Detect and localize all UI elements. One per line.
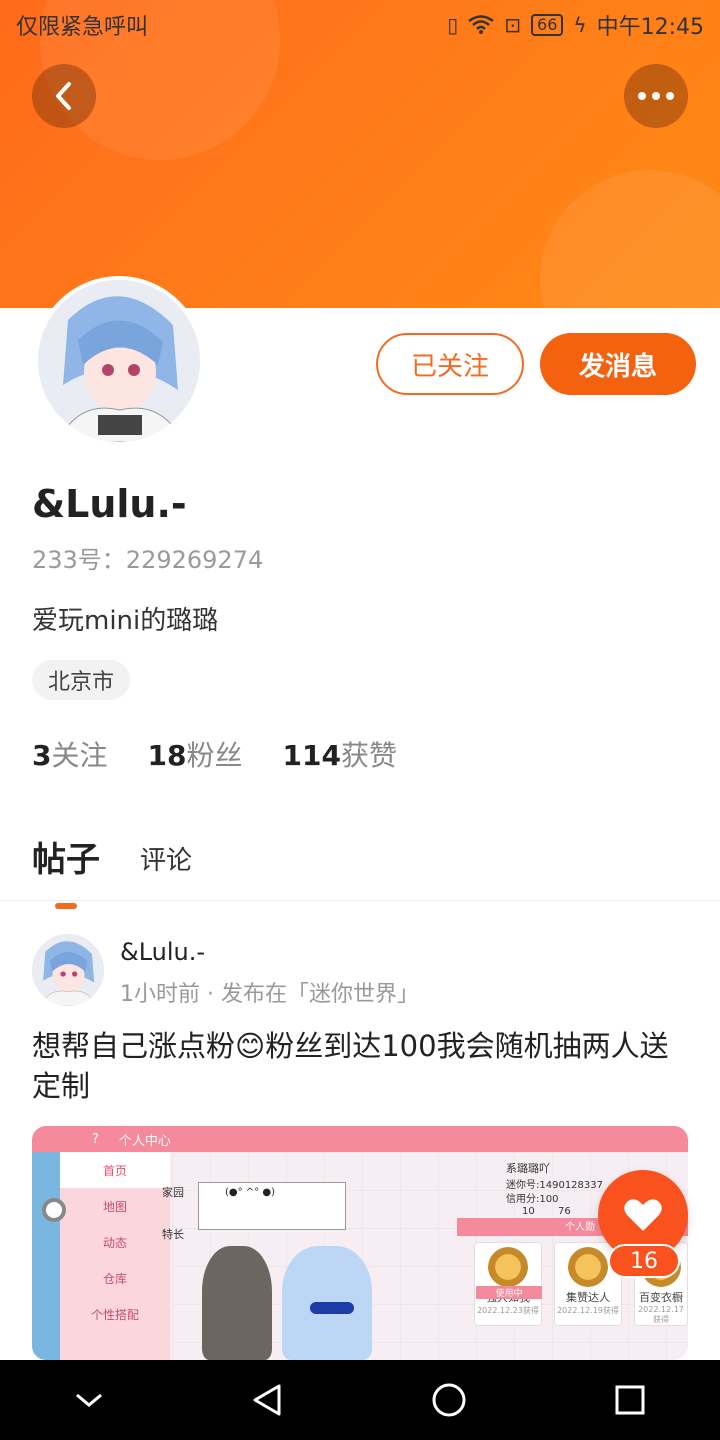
post-author-name[interactable]: &Lulu.- (120, 938, 205, 966)
wifi-icon (468, 15, 495, 34)
image-help-icon: ? (92, 1131, 99, 1147)
stat-fans[interactable]: 18粉丝 (148, 734, 243, 774)
content-tabs: 帖子 评论 (32, 832, 192, 909)
image-medal-card: 强大如我 2022.12.23获得 (474, 1242, 542, 1326)
post-image[interactable]: ? 个人中心 首页 地图 动态 仓库 个性搭配 家园 特长 (●° ^° ●) … (32, 1126, 688, 1360)
chevron-left-icon (56, 82, 71, 110)
tab-comments[interactable]: 评论 (140, 840, 192, 881)
status-bar: 仅限紧急呼叫 ▯ ⊡ 66 ϟ 中午12:45 (0, 0, 720, 50)
carrier-text: 仅限紧急呼叫 (16, 15, 149, 40)
system-navigation-bar (0, 1360, 720, 1440)
stat-following[interactable]: 3关注 (32, 734, 108, 774)
profile-name: &Lulu.- (32, 482, 187, 526)
divider (0, 900, 720, 901)
recents-square-icon[interactable] (614, 1384, 646, 1416)
tab-indicator (55, 903, 77, 909)
post-author-avatar[interactable] (32, 934, 104, 1006)
avatar-image (32, 934, 104, 1006)
heart-icon (624, 1199, 662, 1231)
image-topbar: ? 个人中心 (32, 1126, 688, 1152)
vibrate-icon: ▯ (447, 13, 459, 37)
banner-decoration (540, 170, 720, 308)
stat-likes[interactable]: 114获赞 (282, 734, 396, 774)
profile-id: 233号：229269274 (32, 546, 264, 574)
charging-icon: ϟ (573, 13, 587, 37)
image-deer (202, 1246, 272, 1360)
ellipsis-icon (638, 92, 674, 100)
avatar-image (38, 280, 200, 442)
followed-button[interactable]: 已关注 (376, 333, 524, 395)
location-tag: 北京市 (32, 660, 131, 700)
image-left-strip (32, 1152, 60, 1360)
tab-posts[interactable]: 帖子 (32, 832, 100, 909)
status-icons: ▯ ⊡ 66 ϟ 中午12:45 (447, 9, 704, 41)
clock: 中午12:45 (596, 15, 704, 40)
like-count: 16 (608, 1244, 680, 1278)
profile-avatar[interactable] (34, 276, 204, 446)
image-speech-bubble: (●° ^° ●) (198, 1182, 346, 1230)
post-meta: 1小时前 · 发布在「迷你世界」 (120, 982, 419, 1007)
alert-icon: ⊡ (504, 13, 522, 37)
image-sunglasses (310, 1302, 354, 1314)
home-circle-icon[interactable] (431, 1382, 467, 1418)
profile-bio: 爱玩mini的璐璐 (32, 606, 219, 636)
image-side-menu: 首页 地图 动态 仓库 个性搭配 (60, 1152, 170, 1360)
back-button[interactable] (32, 64, 96, 128)
chevron-down-icon[interactable] (74, 1390, 104, 1410)
back-triangle-icon[interactable] (251, 1383, 283, 1417)
battery-indicator: 66 (531, 14, 564, 36)
post-body[interactable]: 想帮自己涨点粉😊粉丝到达100我会随机抽两人送定制 (32, 1026, 688, 1106)
profile-stats: 3关注 18粉丝 114获赞 (32, 734, 397, 774)
more-button[interactable] (624, 64, 688, 128)
send-message-button[interactable]: 发消息 (540, 333, 696, 395)
floating-indicator[interactable] (42, 1198, 66, 1222)
